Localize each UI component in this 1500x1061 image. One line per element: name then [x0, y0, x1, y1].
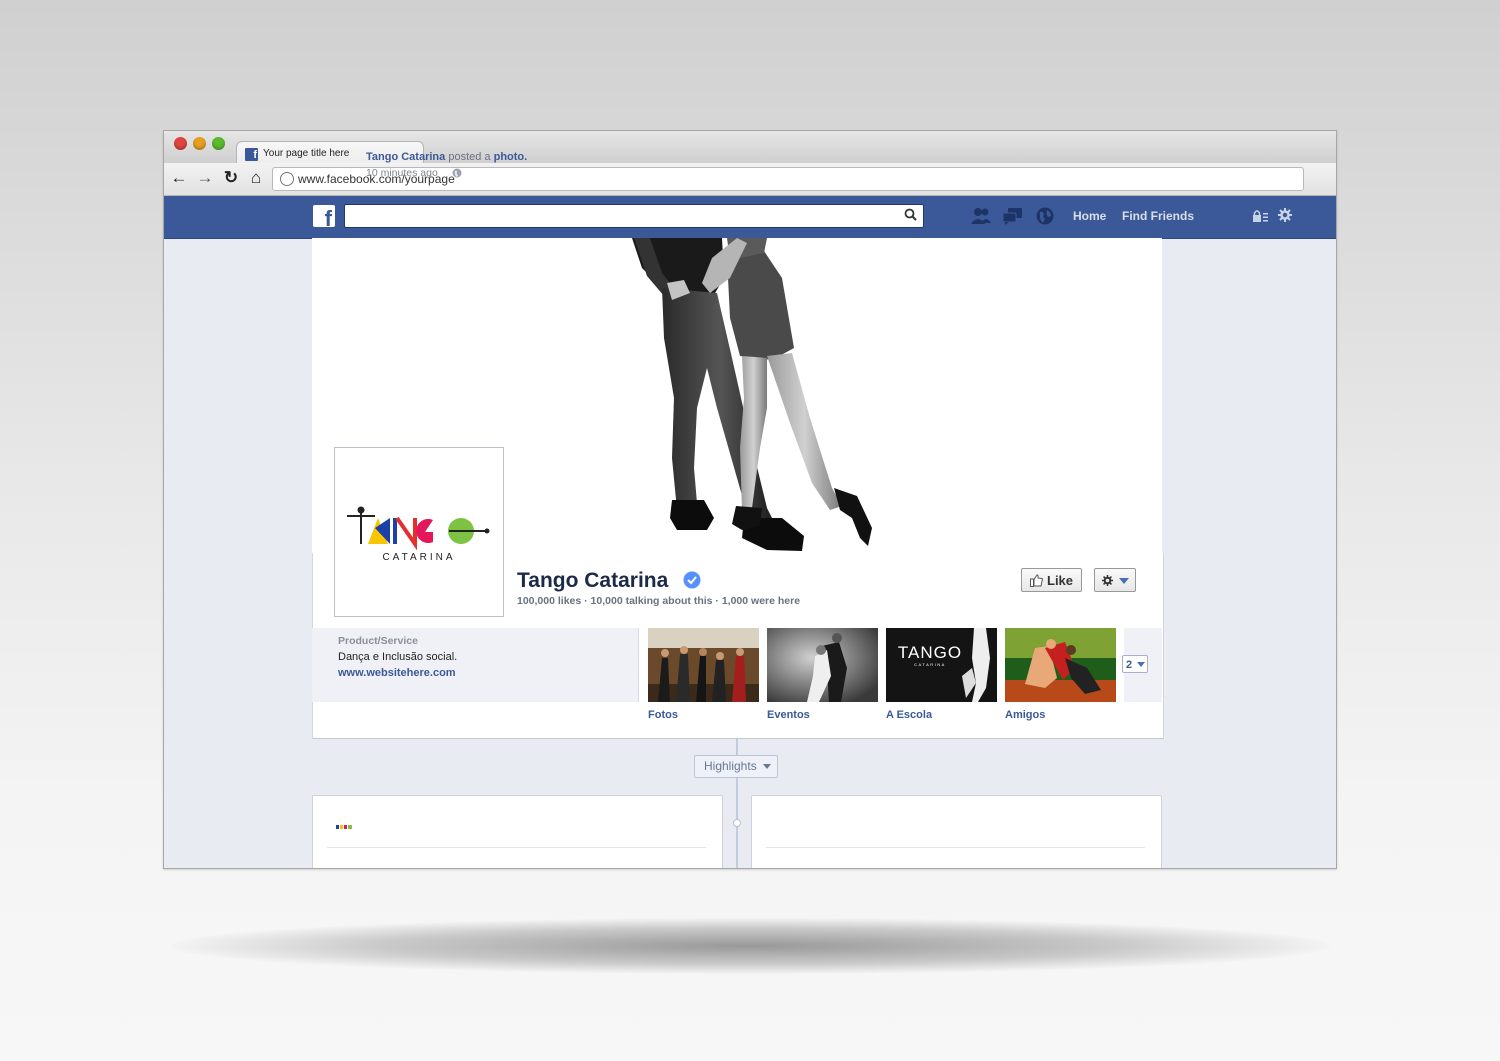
page-stats: 100,000 likes · 10,000 talking about thi…	[517, 595, 801, 607]
more-apps-count: 2	[1126, 659, 1133, 671]
chevron-down-icon	[1137, 662, 1145, 667]
search-input[interactable]	[345, 205, 897, 225]
app-label-eventos[interactable]: Eventos	[767, 709, 810, 721]
timeline-post	[312, 795, 723, 868]
friend-requests-icon[interactable]	[970, 206, 992, 226]
dancing-couple-image	[767, 628, 878, 702]
back-arrow-icon[interactable]: ←	[169, 168, 189, 188]
page-category: Product/Service	[338, 635, 418, 647]
app-thumb-events[interactable]	[767, 628, 878, 702]
app-label-fotos[interactable]: Fotos	[648, 709, 678, 721]
notifications-globe-icon[interactable]	[1034, 206, 1056, 226]
post-object-link[interactable]: photo.	[494, 151, 528, 163]
profile-picture[interactable]: CATARINA	[334, 447, 504, 617]
title-bar: f Your page title here	[164, 131, 1336, 166]
globe-icon	[280, 172, 294, 186]
app-thumb-friends[interactable]	[1005, 628, 1116, 702]
like-button[interactable]: Like	[1021, 568, 1082, 592]
privacy-shortcuts-icon[interactable]	[1252, 209, 1268, 223]
page-description: Dança e Inclusão social.	[338, 651, 458, 663]
app-label-amigos[interactable]: Amigos	[1005, 709, 1045, 721]
stage-dancers-image	[1005, 628, 1116, 702]
school-logo-text: TANGO	[898, 643, 962, 662]
thumbs-up-icon	[1030, 574, 1043, 587]
post-divider	[327, 847, 706, 848]
verified-badge-icon	[683, 571, 701, 589]
chevron-down-icon	[1119, 578, 1129, 584]
home-link[interactable]: Home	[1073, 209, 1106, 223]
timeline-connector-dot	[733, 819, 741, 827]
post-action: posted a	[448, 151, 491, 163]
like-label: Like	[1047, 573, 1074, 588]
close-window-button[interactable]	[174, 137, 187, 150]
dance-class-image	[648, 628, 759, 702]
post-divider	[766, 847, 1145, 848]
facebook-logo-icon[interactable]: f	[313, 205, 335, 227]
tango-catarina-logo: CATARINA	[347, 506, 490, 563]
maximize-window-button[interactable]	[212, 137, 225, 150]
facebook-favicon-icon: f	[245, 148, 258, 161]
app-thumb-school[interactable]: TANGO CATARINA	[886, 628, 997, 702]
settings-gear-icon[interactable]	[1278, 208, 1292, 222]
messages-icon[interactable]	[1002, 206, 1024, 226]
more-apps-button[interactable]: 2	[1122, 655, 1148, 673]
page-options-button[interactable]	[1094, 568, 1136, 592]
browser-toolbar: ← → ↻ ⌂ www.facebook.com/yourpage	[164, 163, 1336, 196]
website-link[interactable]: www.websitehere.com	[338, 667, 456, 679]
public-globe-icon[interactable]	[452, 168, 462, 178]
app-label-escola[interactable]: A Escola	[886, 709, 932, 721]
minimize-window-button[interactable]	[193, 137, 206, 150]
browser-window: f Your page title here ← → ↻ ⌂ www.faceb…	[163, 130, 1337, 869]
facebook-search-box[interactable]	[344, 204, 924, 228]
window-shadow	[170, 918, 1330, 974]
post-header: Tango Catarina posted a photo.	[366, 151, 527, 163]
reload-icon[interactable]: ↻	[221, 168, 241, 188]
page-title[interactable]: Tango Catarina	[517, 569, 668, 593]
facebook-top-bar: f Home Find Friends	[164, 196, 1336, 239]
about-box: Product/Service Dança e Inclusão social.…	[312, 628, 639, 702]
post-author-avatar[interactable]	[333, 816, 355, 838]
highlights-dropdown[interactable]: Highlights	[694, 755, 778, 778]
school-logo-image: TANGO CATARINA	[886, 628, 997, 702]
logo-subtitle: CATARINA	[382, 552, 455, 563]
post-author-link[interactable]: Tango Catarina	[366, 151, 445, 163]
post-timestamp[interactable]: 10 minutes ago	[366, 167, 438, 179]
chevron-down-icon	[763, 764, 771, 769]
forward-arrow-icon[interactable]: →	[195, 168, 215, 188]
school-logo-subtitle: CATARINA	[914, 662, 946, 667]
app-thumb-photos[interactable]	[648, 628, 759, 702]
find-friends-link[interactable]: Find Friends	[1122, 209, 1194, 223]
highlights-label: Highlights	[704, 759, 757, 773]
timeline-post-empty	[751, 795, 1162, 868]
search-icon[interactable]	[904, 208, 917, 221]
home-icon[interactable]: ⌂	[246, 168, 266, 188]
tab-title: Your page title here	[263, 148, 350, 159]
gear-icon	[1102, 575, 1113, 586]
